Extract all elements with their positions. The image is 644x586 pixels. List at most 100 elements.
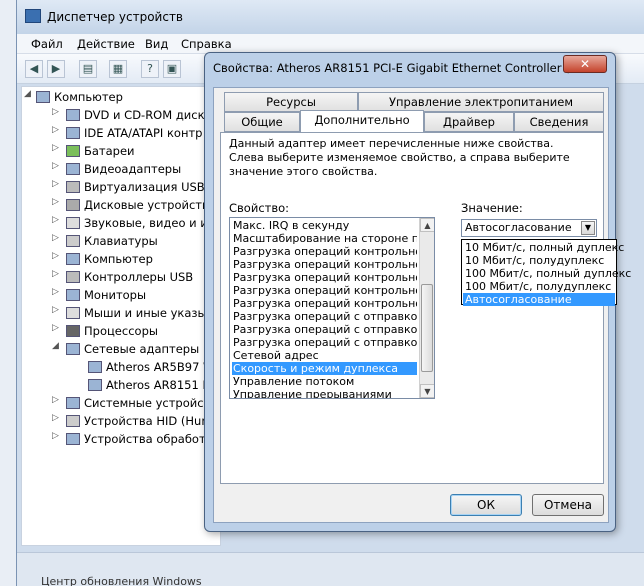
title-bar: Диспетчер устройств: [17, 0, 644, 34]
property-item[interactable]: Разгрузка операций контрольной су: [232, 297, 417, 310]
property-label: Свойство:: [229, 201, 290, 215]
status-text: Центр обновления Windows: [41, 575, 202, 586]
expand-arrow-icon[interactable]: ▷: [52, 125, 62, 135]
value-option[interactable]: 100 Мбит/с, полный дуплекс: [463, 267, 631, 280]
network-adapter-icon: [88, 361, 102, 373]
scrollbar-thumb[interactable]: [421, 284, 433, 372]
property-item[interactable]: Разгрузка операций контрольной су: [232, 271, 417, 284]
menu-help[interactable]: Справка: [181, 37, 232, 51]
menu-view[interactable]: Вид: [145, 37, 168, 51]
expand-arrow-icon[interactable]: ▷: [52, 269, 62, 279]
value-dropdown[interactable]: Автосогласование ▼: [461, 219, 597, 237]
property-item[interactable]: Разгрузка операций с отправкой бо: [232, 336, 417, 349]
property-item[interactable]: Управление прерываниями: [232, 388, 417, 398]
tab-details[interactable]: Сведения: [514, 112, 604, 132]
disk-drive-icon: [66, 199, 80, 211]
status-bar: Центр обновления Windows: [17, 552, 644, 586]
advanced-panel: Данный адаптер имеет перечисленные ниже …: [220, 132, 631, 484]
system-device-icon: [66, 397, 80, 409]
property-item[interactable]: Разгрузка операций контрольной су: [232, 258, 417, 271]
expand-arrow-icon[interactable]: ▷: [52, 323, 62, 333]
value-option[interactable]: 100 Мбит/с, полудуплекс: [463, 280, 615, 293]
collapse-arrow-icon[interactable]: ◢: [24, 89, 34, 99]
device-tree: ◢ Компьютер ▷ DVD и CD-ROM диско ▷ IDE ATA…: [21, 86, 221, 546]
window-title: Диспетчер устройств: [47, 10, 184, 24]
desktop-edge: [0, 0, 16, 586]
value-dropdown-text: Автосогласование: [465, 221, 572, 234]
scroll-down-arrow-icon[interactable]: ▼: [420, 384, 434, 398]
hid-icon: [66, 415, 80, 427]
display-adapter-icon: [66, 163, 80, 175]
value-option-selected[interactable]: Автосогласование: [463, 293, 615, 306]
network-adapter-icon: [88, 379, 102, 391]
mouse-icon: [66, 307, 80, 319]
properties-icon[interactable]: ▦: [109, 60, 127, 78]
description-text: Данный адаптер имеет перечисленные ниже …: [229, 137, 570, 178]
property-item[interactable]: Макс. IRQ в секунду: [232, 219, 417, 232]
scroll-up-arrow-icon[interactable]: ▲: [420, 218, 434, 232]
dialog-title: Свойства: Atheros AR8151 PCI-E Gigabit E…: [213, 61, 590, 75]
cancel-button[interactable]: Отмена: [532, 494, 604, 516]
device-manager-icon: [25, 9, 41, 23]
expand-arrow-icon[interactable]: ▷: [52, 431, 62, 441]
forward-arrow-icon[interactable]: ▶: [47, 60, 65, 78]
property-item-selected[interactable]: Скорость и режим дуплекса: [232, 362, 417, 375]
imaging-device-icon: [66, 433, 80, 445]
ide-controller-icon: [66, 127, 80, 139]
help-icon[interactable]: ?: [141, 60, 159, 78]
expand-arrow-icon[interactable]: ▷: [52, 143, 62, 153]
property-item[interactable]: Разгрузка операций контрольной су: [232, 284, 417, 297]
property-item[interactable]: Масштабирование на стороне прием: [232, 232, 417, 245]
computer-icon: [66, 253, 80, 265]
expand-arrow-icon[interactable]: ▷: [52, 179, 62, 189]
expand-arrow-icon[interactable]: ▷: [52, 197, 62, 207]
tab-power-management[interactable]: Управление электропитанием: [358, 92, 604, 112]
tab-advanced[interactable]: Дополнительно: [300, 110, 424, 132]
chevron-down-icon[interactable]: ▼: [581, 221, 595, 235]
keyboard-icon: [66, 235, 80, 247]
property-listbox[interactable]: Макс. IRQ в секунду Масштабирование на с…: [229, 217, 435, 399]
monitor-icon: [66, 289, 80, 301]
expand-arrow-icon[interactable]: ▷: [52, 413, 62, 423]
battery-icon: [66, 145, 80, 157]
property-item[interactable]: Разгрузка операций с отправкой бо: [232, 310, 417, 323]
usb-icon: [66, 271, 80, 283]
property-item[interactable]: Разгрузка операций с отправкой бо: [232, 323, 417, 336]
console-tree-icon[interactable]: ▤: [79, 60, 97, 78]
collapse-arrow-icon[interactable]: ◢: [52, 341, 62, 351]
property-item[interactable]: Разгрузка операций контрольной су: [232, 245, 417, 258]
menu-file[interactable]: Файл: [31, 37, 63, 51]
network-adapter-icon: [66, 343, 80, 355]
property-item[interactable]: Управление потоком: [232, 375, 417, 388]
computer-icon: [36, 91, 50, 103]
close-icon[interactable]: ✕: [563, 55, 607, 73]
expand-arrow-icon[interactable]: ▷: [52, 107, 62, 117]
expand-arrow-icon[interactable]: ▷: [52, 395, 62, 405]
value-option[interactable]: 10 Мбит/с, полный дуплекс: [463, 241, 624, 254]
expand-arrow-icon[interactable]: ▷: [52, 305, 62, 315]
tab-resources[interactable]: Ресурсы: [224, 92, 358, 112]
dvd-icon: [66, 109, 80, 121]
view-icon[interactable]: ▣: [163, 60, 181, 78]
value-options-list[interactable]: 10 Мбит/с, полный дуплекс 10 Мбит/с, пол…: [461, 239, 631, 306]
value-label: Значение:: [461, 201, 523, 215]
tab-general[interactable]: Общие: [224, 112, 300, 132]
property-item[interactable]: Сетевой адрес: [232, 349, 417, 362]
expand-arrow-icon[interactable]: ▷: [52, 287, 62, 297]
usb-icon: [66, 181, 80, 193]
menu-bar: Файл Действие Вид Справка: [17, 34, 644, 54]
expand-arrow-icon[interactable]: ▷: [52, 251, 62, 261]
tab-driver[interactable]: Драйвер: [424, 112, 514, 132]
expand-arrow-icon[interactable]: ▷: [52, 233, 62, 243]
value-option[interactable]: 10 Мбит/с, полудуплекс: [463, 254, 615, 267]
processor-icon: [66, 325, 80, 337]
properties-dialog: Свойства: Atheros AR8151 PCI-E Gigabit E…: [204, 52, 631, 532]
dialog-body: Ресурсы Управление электропитанием Общие…: [213, 87, 631, 523]
expand-arrow-icon[interactable]: ▷: [52, 161, 62, 171]
expand-arrow-icon[interactable]: ▷: [52, 215, 62, 225]
back-arrow-icon[interactable]: ◀: [25, 60, 43, 78]
menu-action[interactable]: Действие: [77, 37, 135, 51]
property-scrollbar[interactable]: ▲ ▼: [419, 218, 434, 398]
speaker-icon: [66, 217, 80, 229]
ok-button[interactable]: ОК: [450, 494, 522, 516]
